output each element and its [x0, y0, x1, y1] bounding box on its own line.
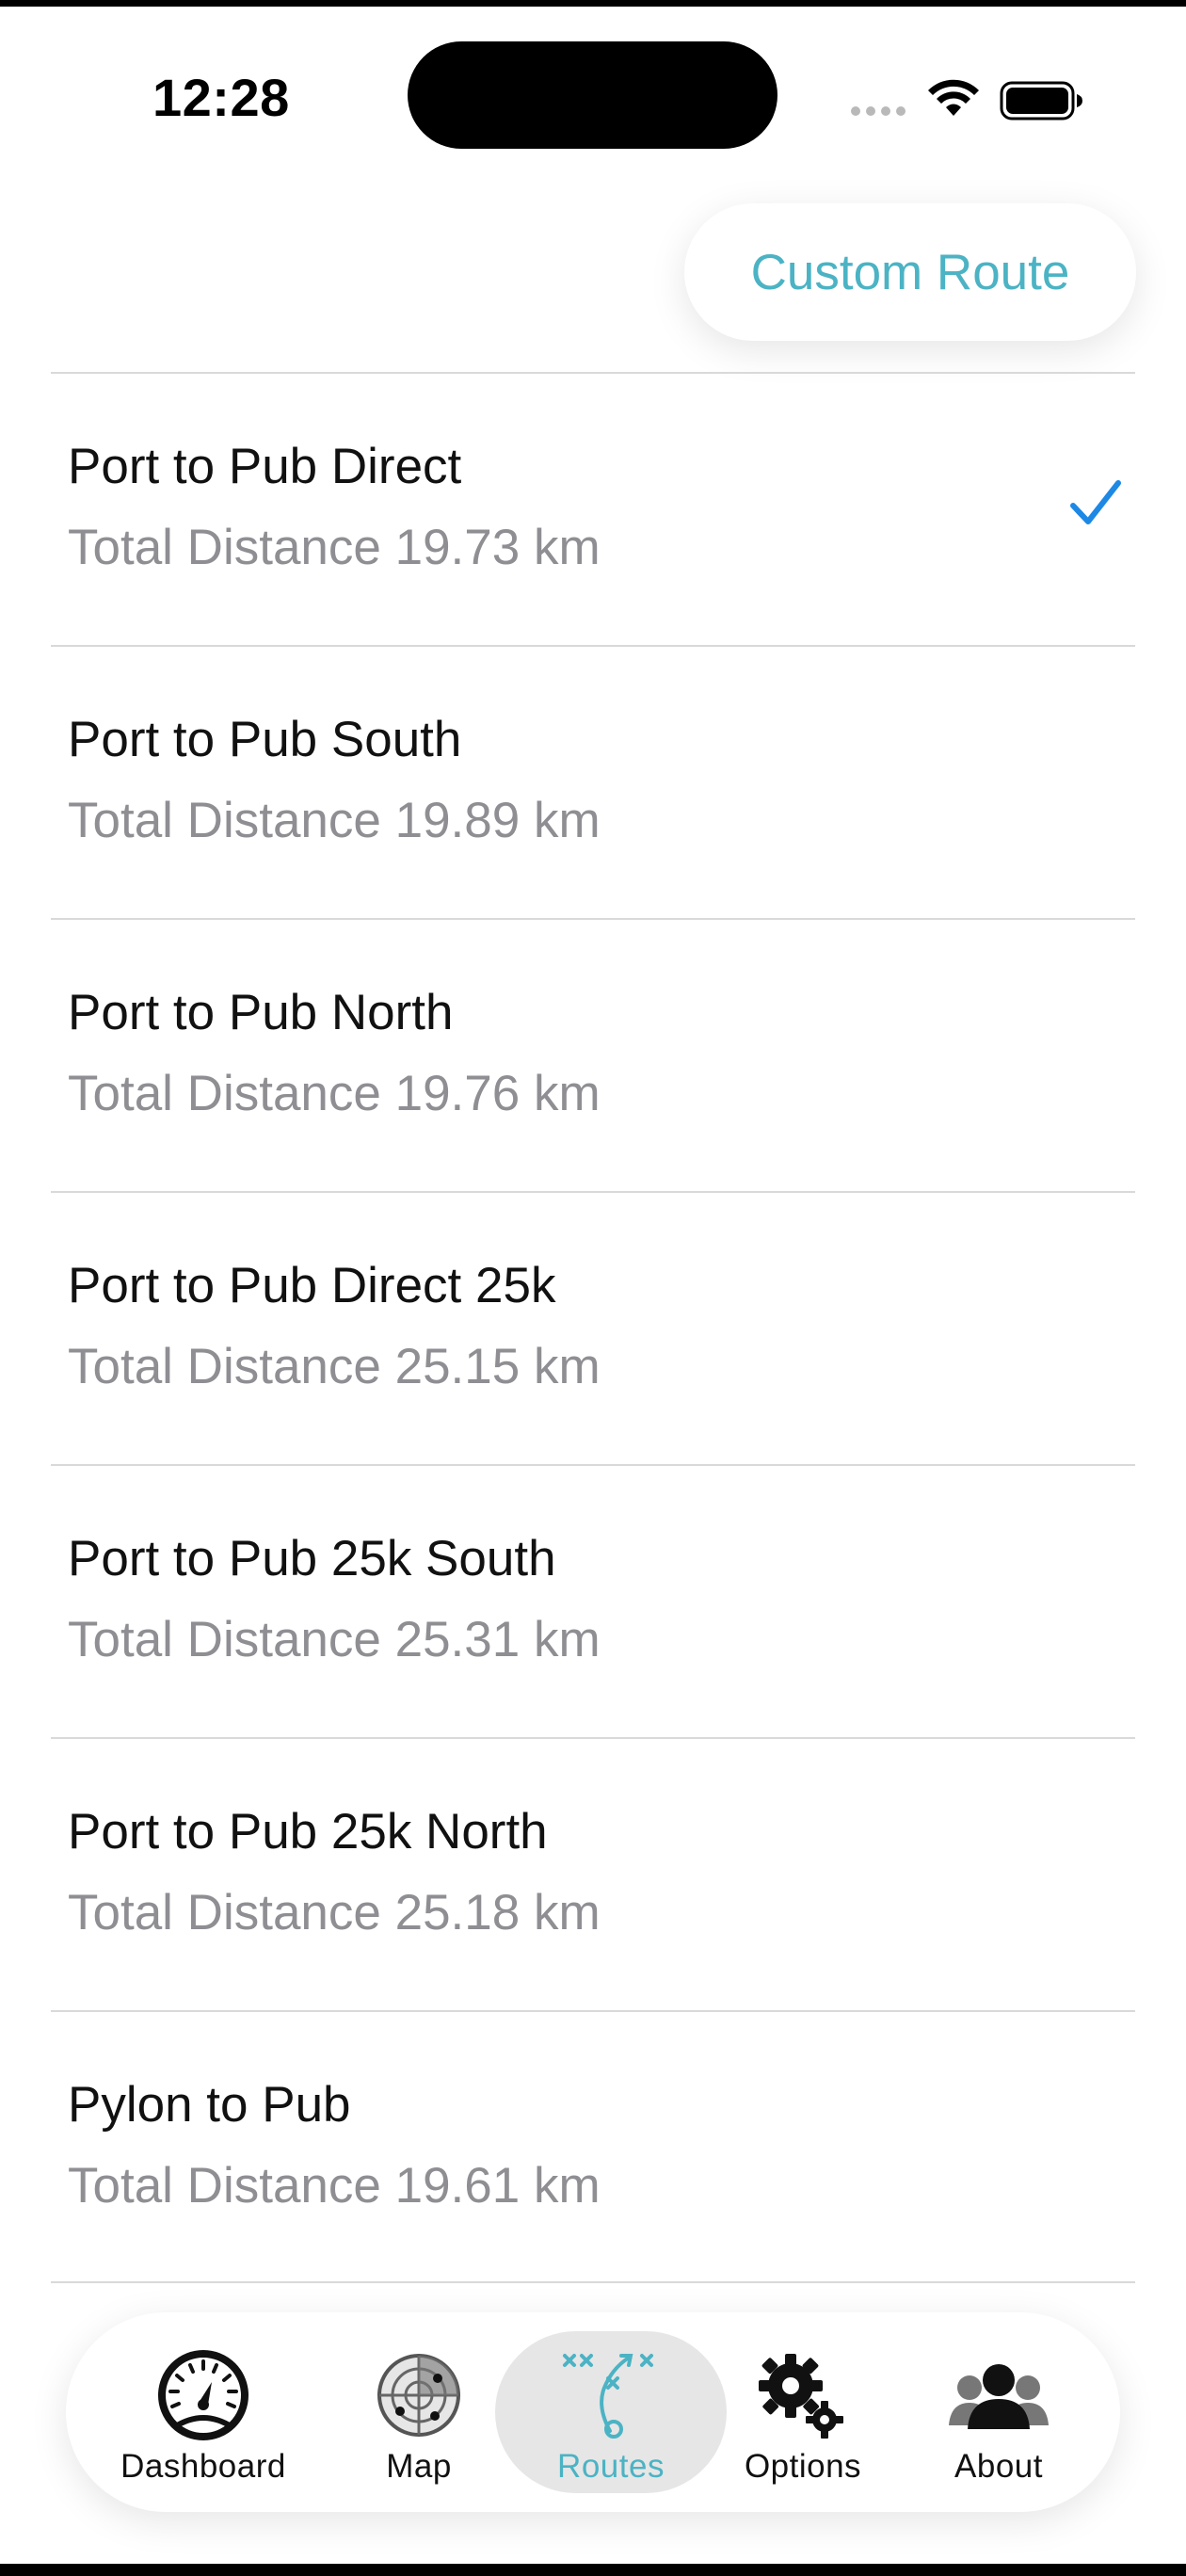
gears-icon — [759, 2354, 843, 2439]
route-name: Port to Pub 25k North — [68, 1804, 548, 1860]
route-distance: Total Distance 25.15 km — [68, 1339, 601, 1394]
route-distance: Total Distance 19.76 km — [68, 1066, 601, 1121]
dynamic-island — [408, 41, 777, 149]
route-distance: Total Distance 25.18 km — [68, 1885, 601, 1940]
route-name: Port to Pub 25k South — [68, 1531, 556, 1586]
status-bar: 12:28 — [0, 7, 1186, 185]
route-distance: Total Distance 25.31 km — [68, 1612, 601, 1667]
route-distance: Total Distance 19.89 km — [68, 793, 601, 848]
wifi-icon — [928, 79, 979, 116]
route-row-port-to-pub-25k-south[interactable]: Port to Pub 25k South Total Distance 25.… — [51, 1464, 1135, 1737]
tab-map[interactable]: Map — [348, 2331, 489, 2493]
route-name: Port to Pub Direct — [68, 439, 462, 494]
route-row-port-to-pub-south[interactable]: Port to Pub South Total Distance 19.89 k… — [51, 645, 1135, 918]
speedometer-icon — [158, 2350, 248, 2440]
custom-route-button[interactable]: Custom Route — [684, 203, 1136, 341]
route-name: Pylon to Pub — [68, 2077, 351, 2133]
route-distance: Total Distance 19.61 km — [68, 2158, 601, 2214]
route-name: Port to Pub North — [68, 985, 454, 1040]
tab-about[interactable]: About — [928, 2331, 1069, 2493]
tab-label: Routes — [557, 2448, 665, 2485]
tab-label: Dashboard — [120, 2448, 286, 2485]
tab-label: Options — [744, 2448, 862, 2485]
tab-label: About — [954, 2448, 1043, 2485]
route-row-port-to-pub-25k-north[interactable]: Port to Pub 25k North Total Distance 25.… — [51, 1737, 1135, 2010]
battery-icon — [1000, 81, 1082, 121]
status-time: 12:28 — [152, 68, 290, 127]
custom-route-label: Custom Route — [750, 244, 1070, 300]
route-list: Port to Pub Direct Total Distance 19.73 … — [51, 372, 1135, 2283]
route-row-port-to-pub-north[interactable]: Port to Pub North Total Distance 19.76 k… — [51, 918, 1135, 1191]
cellular-signal-icon — [851, 106, 906, 116]
tab-label: Map — [386, 2448, 452, 2485]
route-name: Port to Pub Direct 25k — [68, 1258, 556, 1313]
route-distance: Total Distance 19.73 km — [68, 520, 601, 575]
route-row-port-to-pub-direct[interactable]: Port to Pub Direct Total Distance 19.73 … — [51, 372, 1135, 645]
play-diagram-icon — [563, 2354, 653, 2439]
checkmark-icon — [1070, 480, 1121, 524]
tab-routes[interactable]: Routes — [495, 2331, 727, 2493]
app-screen: 12:28 Custom Route Port to Pub Direct To… — [0, 7, 1186, 2564]
route-name: Port to Pub South — [68, 712, 462, 767]
people-icon — [949, 2364, 1049, 2429]
route-row-port-to-pub-direct-25k[interactable]: Port to Pub Direct 25k Total Distance 25… — [51, 1191, 1135, 1464]
radar-icon — [377, 2354, 460, 2437]
tab-bar: Dashboard Map Routes Options About — [66, 2312, 1120, 2512]
tab-options[interactable]: Options — [732, 2331, 873, 2493]
tab-dashboard[interactable]: Dashboard — [104, 2331, 303, 2493]
route-row-pylon-to-pub[interactable]: Pylon to Pub Total Distance 19.61 km — [51, 2010, 1135, 2283]
